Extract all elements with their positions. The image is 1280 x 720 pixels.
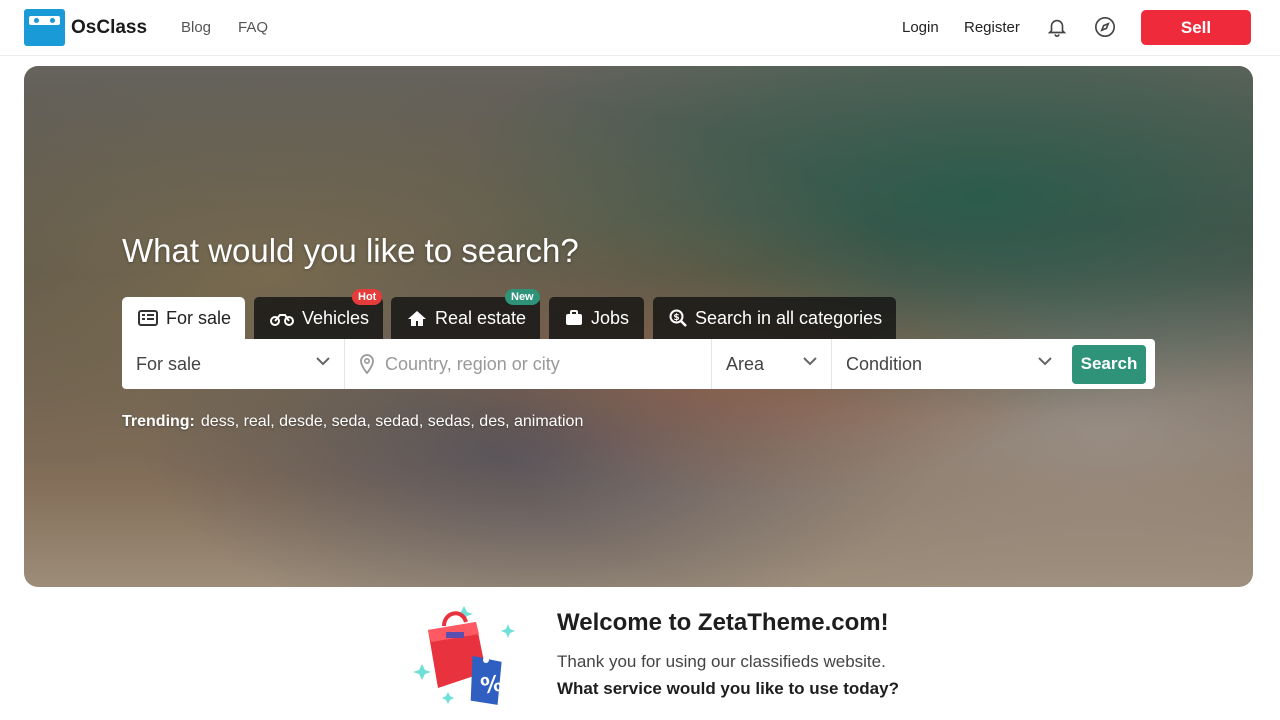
shopping-bag-illustration: % [413,606,515,705]
svg-text:$: $ [673,313,679,323]
welcome-question: What service would you like to use today… [557,679,899,698]
welcome-title: Welcome to ZetaTheme.com! [557,609,889,636]
tab-vehicles[interactable]: Vehicles Hot [254,289,383,339]
trending-terms[interactable]: dess, real, desde, seda, sedad, sedas, d… [201,413,583,430]
svg-text:%: % [479,671,505,699]
tab-for-sale[interactable]: For sale [122,297,245,339]
home-icon [408,310,426,326]
trending-label: Trending: [122,413,195,430]
sell-button[interactable]: Sell [1141,10,1251,45]
motorcycle-icon [270,314,294,326]
category-select-value: For sale [136,353,202,374]
condition-select[interactable]: Condition [832,339,1066,389]
tab-all-categories[interactable]: $ Search in all categories [653,297,896,339]
hot-badge: Hot [352,289,383,305]
tab-label: Jobs [591,307,630,328]
area-select-value: Area [726,353,765,374]
chevron-down-icon [316,357,330,366]
nav-blog-link[interactable]: Blog [181,19,211,36]
brand-logo[interactable]: OsClass [24,9,147,46]
new-badge: New [505,289,540,305]
location-placeholder: Country, region or city [385,353,560,374]
tab-label: Search in all categories [695,307,883,328]
area-select[interactable]: Area [712,339,832,389]
search-bar: For sale Country, region or city Area Co… [122,339,1155,389]
login-link[interactable]: Login [902,19,939,36]
map-pin-icon [360,354,374,374]
register-link[interactable]: Register [964,19,1020,36]
location-input[interactable]: Country, region or city [345,339,712,389]
tab-jobs[interactable]: Jobs [549,297,644,339]
tab-label: For sale [166,307,232,328]
tab-label: Real estate [435,307,527,328]
brand-name: OsClass [71,16,148,38]
welcome-subtitle: Thank you for using our classifieds webs… [557,652,886,671]
list-icon [138,310,158,326]
chevron-down-icon [1038,357,1052,366]
briefcase-icon [566,310,582,325]
tab-label: Vehicles [302,307,370,328]
chevron-down-icon [803,357,817,366]
trending-searches: Trending: dess, real, desde, seda, sedad,… [122,413,583,431]
compass-icon[interactable] [1094,16,1118,40]
site-header: OsClass Blog FAQ Login Register Sell [0,0,1280,56]
search-button[interactable]: Search [1072,344,1146,384]
category-select[interactable]: For sale [122,339,345,389]
logo-icon [24,9,65,46]
bell-icon[interactable] [1046,16,1070,40]
condition-select-value: Condition [846,353,923,374]
hero-banner: What would you like to search? For sale … [24,66,1253,587]
hero-title: What would you like to search? [122,232,579,269]
tab-real-estate[interactable]: Real estate New [391,289,540,339]
nav-faq-link[interactable]: FAQ [238,19,268,36]
search-dollar-icon: $ [669,309,687,327]
